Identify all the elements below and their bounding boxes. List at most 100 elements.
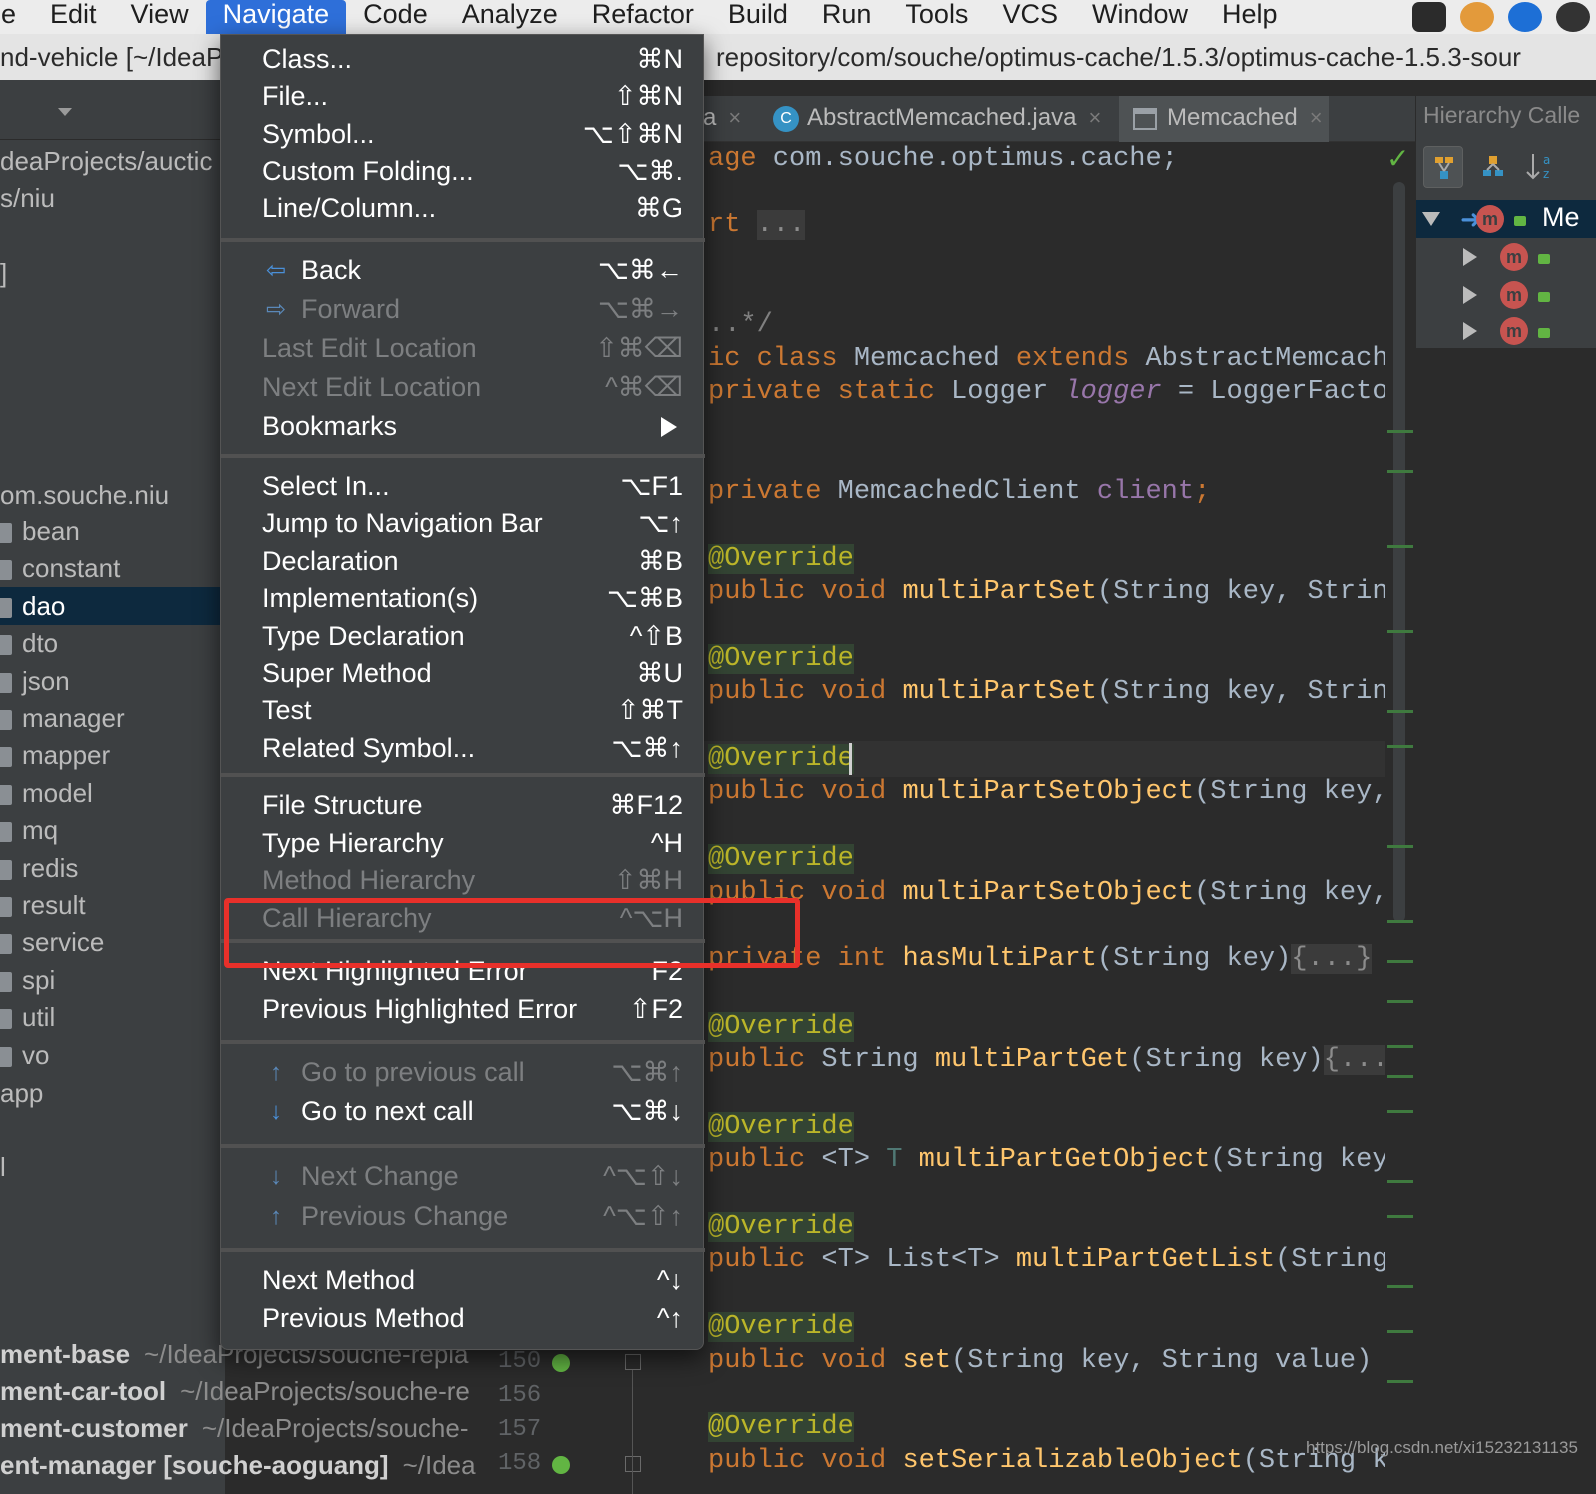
close-icon[interactable]: × <box>1310 105 1323 130</box>
tree-folder-bean[interactable]: bean <box>0 512 80 550</box>
code-line[interactable]: public <T> T multiPartGetObject(String k… <box>708 1143 1437 1177</box>
tree-path-line[interactable]: deaProjects/auctic <box>0 142 212 180</box>
menu-code[interactable]: Code <box>346 0 445 34</box>
project-row[interactable]: ent-manager [souche-aoguang] ~/Idea <box>0 1446 476 1484</box>
teamviewer-icon[interactable] <box>1508 2 1542 32</box>
code-line[interactable]: public void set(String key, String value… <box>708 1344 1438 1378</box>
clock-icon[interactable] <box>1460 2 1494 32</box>
change-marker[interactable] <box>1387 1110 1413 1113</box>
hierarchy-child-row[interactable]: m <box>1416 238 1596 276</box>
change-marker[interactable] <box>1387 1285 1413 1288</box>
menu-item-line-column[interactable]: Line/Column... ⌘G <box>221 190 705 227</box>
annotation-line[interactable]: @Override <box>708 1410 854 1444</box>
code-line[interactable]: rt ... <box>708 208 806 242</box>
expand-icon[interactable] <box>1463 322 1477 340</box>
change-marker[interactable] <box>1387 470 1413 473</box>
tree-folder-vo[interactable]: vo <box>0 1036 49 1074</box>
annotation-line[interactable]: @Override <box>708 1310 854 1344</box>
code-line[interactable]: private int hasMultiPart(String key){...… <box>708 942 1373 976</box>
tree-item-app[interactable]: app <box>0 1074 43 1112</box>
code-line[interactable]: public void multiPartSet(String key, Str… <box>708 575 1437 609</box>
change-marker[interactable] <box>1387 1000 1413 1003</box>
pen-icon[interactable] <box>1412 2 1446 32</box>
chevron-down-icon[interactable] <box>58 108 72 116</box>
menu-vcs[interactable]: VCS <box>985 0 1075 34</box>
menu-help[interactable]: Help <box>1205 0 1295 34</box>
menu-item-jump-to-navigation-bar[interactable]: Jump to Navigation Bar ⌥↑ <box>221 505 705 542</box>
tree-folder-dto[interactable]: dto <box>0 624 58 662</box>
code-line[interactable]: public void multiPartSetObject(String ke… <box>708 775 1437 809</box>
tree-folder-result[interactable]: result <box>0 886 86 924</box>
tab-memcached[interactable]: Memcached × <box>1119 96 1329 142</box>
scroll-thumb[interactable] <box>1393 182 1405 922</box>
code-line[interactable]: ic class Memcached extends AbstractMemca… <box>708 342 1421 376</box>
change-marker[interactable] <box>1387 1215 1413 1218</box>
code-line[interactable]: private static Logger logger = LoggerFac… <box>708 375 1437 409</box>
menu-item-next-method[interactable]: Next Method ^↓ <box>221 1262 705 1299</box>
tab-abstract-memcached[interactable]: C AbstractMemcached.java × <box>773 96 1113 142</box>
code-line[interactable]: private MemcachedClient client; <box>708 475 1210 509</box>
tree-folder-json[interactable]: json <box>0 662 70 700</box>
menu-item-bookmarks[interactable]: Bookmarks <box>221 408 705 445</box>
annotation-line[interactable]: @Override <box>708 542 854 576</box>
tree-folder-manager[interactable]: manager <box>0 699 125 737</box>
hierarchy-root-row[interactable]: ➜ m Me <box>1416 200 1596 238</box>
sort-alpha-button[interactable]: az <box>1521 146 1561 188</box>
menu-view[interactable]: View <box>114 0 206 34</box>
menu-item-class[interactable]: Class... ⌘N <box>221 41 705 78</box>
annotation-line[interactable]: @Override <box>708 842 854 876</box>
menu-item-previous-highlighted-error[interactable]: Previous Highlighted Error ⇧F2 <box>221 991 705 1028</box>
code-line[interactable]: public String multiPartGet(String key){.… <box>708 1043 1405 1077</box>
close-icon[interactable]: × <box>1088 105 1101 130</box>
project-row[interactable]: ment-customer ~/IdeaProjects/souche- <box>0 1409 468 1447</box>
tree-folder-constant[interactable]: constant <box>0 549 120 587</box>
callee-hierarchy-button[interactable] <box>1423 146 1463 188</box>
menu-window[interactable]: Window <box>1075 0 1205 34</box>
fold-icon[interactable] <box>625 1456 641 1472</box>
tree-path-line[interactable]: s/niu <box>0 179 55 217</box>
menu-item-select-in[interactable]: Select In... ⌥F1 <box>221 468 705 505</box>
change-marker[interactable] <box>1387 1075 1413 1078</box>
change-marker[interactable] <box>1387 1330 1413 1333</box>
annotation-line[interactable]: @Override <box>708 642 854 676</box>
code-line[interactable]: ..*/ <box>708 308 773 342</box>
tree-folder-util[interactable]: util <box>0 998 55 1036</box>
extra-icon[interactable] <box>1556 2 1590 32</box>
hierarchy-child-row[interactable]: m <box>1416 276 1596 314</box>
fold-icon[interactable] <box>625 1354 641 1370</box>
change-marker[interactable] <box>1387 920 1413 923</box>
menu-run[interactable]: Run <box>805 0 889 34</box>
menu-item-type-hierarchy[interactable]: Type Hierarchy ^H <box>221 825 705 862</box>
code-line[interactable]: public <T> List<T> multiPartGetList(Stri… <box>708 1243 1437 1277</box>
menu-edit-partial[interactable]: le <box>0 0 33 34</box>
tree-folder-redis[interactable]: redis <box>0 849 78 887</box>
menu-analyze[interactable]: Analyze <box>445 0 575 34</box>
tree-folder-spi[interactable]: spi <box>0 961 55 999</box>
menu-item-related-symbol[interactable]: Related Symbol... ⌥⌘↑ <box>221 730 705 767</box>
tree-item-l[interactable]: l <box>0 1148 6 1186</box>
menu-item-declaration[interactable]: Declaration ⌘B <box>221 543 705 580</box>
change-marker[interactable] <box>1387 545 1413 548</box>
editor-scrollbar[interactable] <box>1385 142 1415 1494</box>
menu-item-type-declaration[interactable]: Type Declaration ^⇧B <box>221 618 705 655</box>
change-marker[interactable] <box>1387 845 1413 848</box>
menu-item-super-method[interactable]: Super Method ⌘U <box>221 655 705 692</box>
hierarchy-child-row[interactable]: m <box>1416 312 1596 350</box>
change-marker[interactable] <box>1387 1045 1413 1048</box>
change-marker[interactable] <box>1387 745 1413 748</box>
menu-tools[interactable]: Tools <box>888 0 985 34</box>
expand-icon[interactable] <box>1463 248 1477 266</box>
change-marker[interactable] <box>1387 430 1413 433</box>
tree-folder-model[interactable]: model <box>0 774 93 812</box>
annotation-line[interactable]: @Override <box>708 1110 854 1144</box>
tab-partial[interactable]: a × <box>703 96 755 142</box>
menu-item-file[interactable]: File... ⇧⌘N <box>221 78 705 115</box>
tree-folder-mapper[interactable]: mapper <box>0 736 110 774</box>
tree-path-line[interactable]: ] <box>0 254 7 292</box>
code-line[interactable]: public void multiPartSet(String key, Str… <box>708 675 1437 709</box>
annotation-line[interactable]: @Override <box>708 742 854 776</box>
override-icon[interactable] <box>552 1456 570 1474</box>
menu-item-symbol[interactable]: Symbol... ⌥⇧⌘N <box>221 116 705 153</box>
caller-hierarchy-button[interactable] <box>1473 146 1513 188</box>
menu-build[interactable]: Build <box>711 0 805 34</box>
